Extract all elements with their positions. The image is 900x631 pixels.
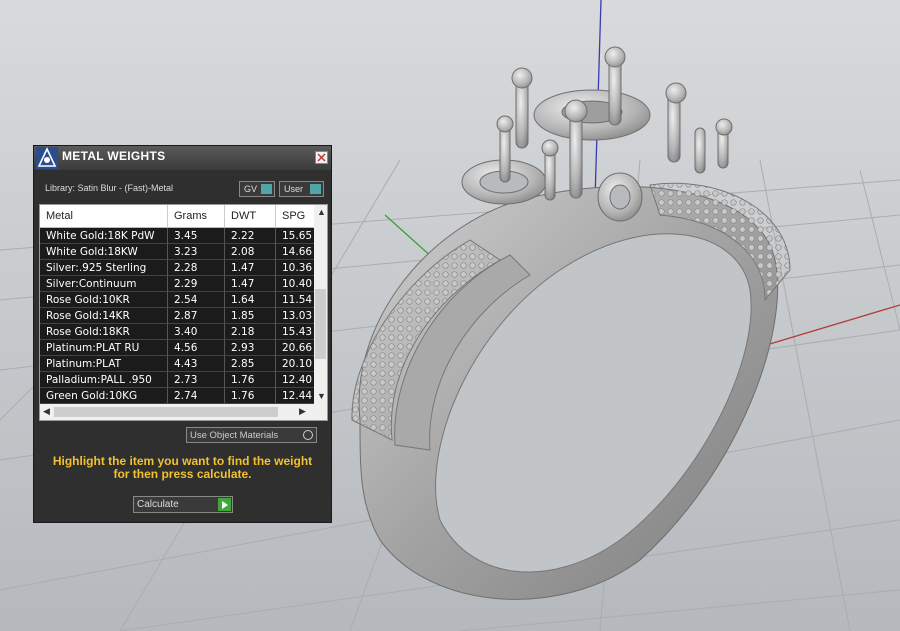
toggle-indicator-icon: [310, 184, 321, 194]
table-body: White Gold:18K PdW 3.45 2.22 15.65 White Gol…: [40, 228, 316, 404]
table-cell: 1.47: [225, 260, 276, 276]
table-cell: 4.43: [168, 356, 225, 372]
instruction-line-2: for then press calculate.: [113, 467, 252, 481]
horizontal-scroll-thumb[interactable]: [54, 407, 278, 417]
table-row[interactable]: Rose Gold:14KR 2.87 1.85 13.03: [40, 308, 316, 324]
table-cell: 13.03: [276, 308, 316, 324]
user-toggle[interactable]: User: [279, 181, 324, 197]
column-header-grams[interactable]: Grams: [168, 205, 225, 227]
table-cell: 2.54: [168, 292, 225, 308]
column-header-dwt[interactable]: DWT: [225, 205, 276, 227]
calculate-label: Calculate: [137, 499, 179, 510]
table-row[interactable]: Silver:Continuum 2.29 1.47 10.40: [40, 276, 316, 292]
table-row[interactable]: Platinum:PLAT RU 4.56 2.93 20.66: [40, 340, 316, 356]
table-cell: Palladium:PALL .950: [40, 372, 168, 388]
column-header-spg[interactable]: SPG: [276, 205, 316, 227]
table-cell: Silver:Continuum: [40, 276, 168, 292]
scroll-up-icon[interactable]: ▲: [317, 207, 326, 217]
table-cell: Rose Gold:14KR: [40, 308, 168, 324]
table-cell: 20.10: [276, 356, 316, 372]
table-cell: 2.87: [168, 308, 225, 324]
table-cell: 3.45: [168, 228, 225, 244]
table-cell: 14.66: [276, 244, 316, 260]
table-header: Metal Grams DWT SPG: [40, 205, 314, 228]
table-cell: Rose Gold:18KR: [40, 324, 168, 340]
use-object-materials-label: Use Object Materials: [190, 430, 279, 441]
table-cell: 3.40: [168, 324, 225, 340]
table-cell: 3.23: [168, 244, 225, 260]
table-cell: 2.22: [225, 228, 276, 244]
instruction-text: Highlight the item you want to find the …: [34, 455, 331, 481]
table-cell: 12.40: [276, 372, 316, 388]
user-toggle-label: User: [284, 184, 304, 194]
table-cell: 12.44: [276, 388, 316, 404]
close-button[interactable]: [315, 151, 328, 164]
table-cell: 2.18: [225, 324, 276, 340]
table-cell: 2.93: [225, 340, 276, 356]
table-row[interactable]: White Gold:18K PdW 3.45 2.22 15.65: [40, 228, 316, 244]
play-icon: [218, 498, 231, 511]
table-cell: 2.74: [168, 388, 225, 404]
table-cell: 1.64: [225, 292, 276, 308]
table-row[interactable]: Palladium:PALL .950 2.73 1.76 12.40: [40, 372, 316, 388]
library-label: Library: Satin Blur - (Fast)-Metal: [45, 183, 174, 193]
horizontal-scrollbar[interactable]: ◀ ▶: [40, 404, 327, 420]
close-icon: [317, 153, 326, 162]
gv-toggle[interactable]: GV: [239, 181, 275, 197]
table-cell: 1.47: [225, 276, 276, 292]
table-row[interactable]: Silver:.925 Sterling 2.28 1.47 10.36: [40, 260, 316, 276]
table-cell: 10.40: [276, 276, 316, 292]
table-cell: Rose Gold:10KR: [40, 292, 168, 308]
metal-table[interactable]: Metal Grams DWT SPG White Gold:18K PdW 3.…: [39, 204, 328, 421]
calculate-button[interactable]: Calculate: [133, 496, 233, 513]
vertical-scroll-thumb[interactable]: [315, 289, 326, 359]
table-row[interactable]: Green Gold:10KG 2.74 1.76 12.44: [40, 388, 316, 404]
table-cell: 2.08: [225, 244, 276, 260]
table-cell: White Gold:18KW: [40, 244, 168, 260]
table-cell: 2.28: [168, 260, 225, 276]
table-cell: Silver:.925 Sterling: [40, 260, 168, 276]
table-cell: 1.85: [225, 308, 276, 324]
vertical-scrollbar[interactable]: ▲ ▼: [314, 205, 327, 404]
table-cell: 10.36: [276, 260, 316, 276]
use-object-materials-toggle[interactable]: Use Object Materials: [186, 427, 317, 443]
table-cell: White Gold:18K PdW: [40, 228, 168, 244]
table-cell: 2.29: [168, 276, 225, 292]
table-cell: 20.66: [276, 340, 316, 356]
table-row[interactable]: Rose Gold:18KR 3.40 2.18 15.43: [40, 324, 316, 340]
table-cell: 2.85: [225, 356, 276, 372]
table-cell: Platinum:PLAT: [40, 356, 168, 372]
table-row[interactable]: Platinum:PLAT 4.43 2.85 20.10: [40, 356, 316, 372]
radio-icon: [303, 430, 313, 440]
table-cell: Platinum:PLAT RU: [40, 340, 168, 356]
app-logo-icon: [36, 147, 58, 169]
panel-title: METAL WEIGHTS: [62, 149, 166, 163]
table-cell: Green Gold:10KG: [40, 388, 168, 404]
table-cell: 15.43: [276, 324, 316, 340]
scroll-left-icon[interactable]: ◀: [43, 406, 50, 417]
table-cell: 1.76: [225, 372, 276, 388]
gv-toggle-label: GV: [244, 184, 258, 194]
scroll-down-icon[interactable]: ▼: [317, 391, 326, 401]
metal-weights-panel: METAL WEIGHTS Library: Satin Blur - (Fas…: [33, 145, 332, 523]
table-cell: 11.54: [276, 292, 316, 308]
table-row[interactable]: White Gold:18KW 3.23 2.08 14.66: [40, 244, 316, 260]
table-row[interactable]: Rose Gold:10KR 2.54 1.64 11.54: [40, 292, 316, 308]
table-cell: 4.56: [168, 340, 225, 356]
toggle-indicator-icon: [261, 184, 272, 194]
scroll-right-icon[interactable]: ▶: [299, 406, 306, 417]
table-cell: 1.76: [225, 388, 276, 404]
table-cell: 2.73: [168, 372, 225, 388]
panel-titlebar[interactable]: METAL WEIGHTS: [34, 146, 331, 170]
column-header-metal[interactable]: Metal: [40, 205, 168, 227]
table-cell: 15.65: [276, 228, 316, 244]
